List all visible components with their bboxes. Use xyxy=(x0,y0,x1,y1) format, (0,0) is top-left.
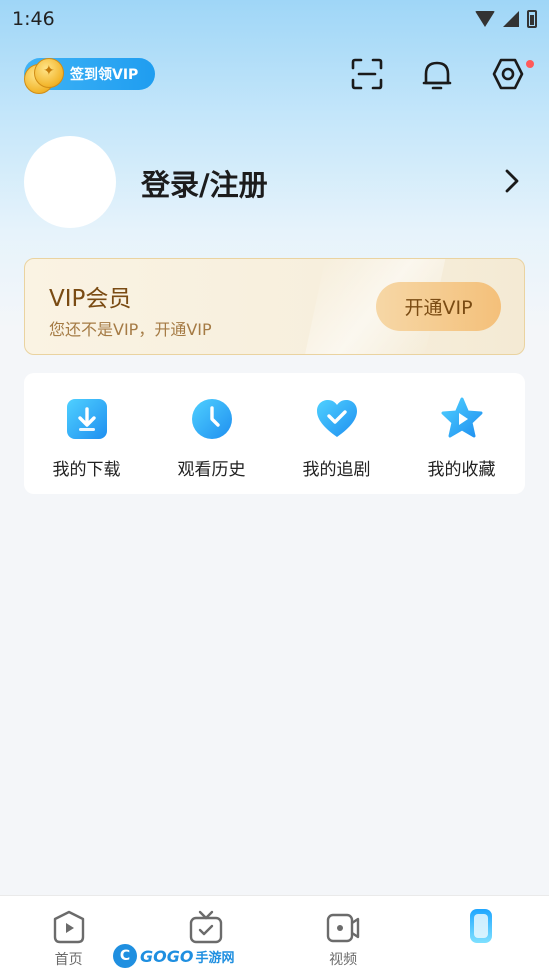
settings-icon xyxy=(492,58,524,90)
bottom-nav: 首页 视频 xyxy=(0,895,549,976)
notification-dot xyxy=(526,60,534,68)
login-register-link[interactable]: 登录/注册 xyxy=(141,162,268,204)
wifi-icon xyxy=(475,11,495,27)
nav-item-profile[interactable] xyxy=(412,896,549,976)
notification-button[interactable] xyxy=(419,56,455,92)
profile-active-icon xyxy=(470,909,493,943)
tv-check-icon xyxy=(189,910,223,944)
quick-action-label: 我的下载 xyxy=(52,460,121,480)
heart-check-icon xyxy=(316,400,357,437)
scan-button[interactable] xyxy=(349,56,385,92)
nav-item-video[interactable]: 视频 xyxy=(275,896,412,976)
watermark-logo: C GOGO 手游网 xyxy=(113,941,234,971)
quick-actions-card: 我的下载 观看历史 我的追剧 我的收藏 xyxy=(24,373,525,494)
status-bar: 1:46 xyxy=(0,0,549,38)
status-time: 1:46 xyxy=(12,8,55,30)
watermark-logo-icon: C xyxy=(113,944,137,968)
scan-icon xyxy=(351,58,383,90)
signal-icon xyxy=(503,11,519,27)
home-play-icon xyxy=(53,910,84,944)
download-icon xyxy=(66,399,107,439)
quick-action-download[interactable]: 我的下载 xyxy=(24,373,149,494)
settings-button[interactable] xyxy=(490,56,526,92)
watermark-text-cn: 手游网 xyxy=(195,950,235,966)
quick-action-label: 观看历史 xyxy=(177,460,246,480)
quick-action-history[interactable]: 观看历史 xyxy=(149,373,274,494)
open-vip-button[interactable]: 开通VIP xyxy=(376,282,501,331)
nav-label: 视频 xyxy=(329,952,358,968)
battery-icon xyxy=(527,10,537,28)
avatar[interactable] xyxy=(24,136,116,228)
quick-action-favorites[interactable]: 我的收藏 xyxy=(399,373,524,494)
vip-card[interactable]: VIP会员 您还不是VIP，开通VIP 开通VIP xyxy=(24,258,525,355)
quick-action-label: 我的收藏 xyxy=(427,460,496,480)
bell-icon xyxy=(422,61,452,90)
watermark-text: GOGO xyxy=(140,946,194,966)
star-play-icon xyxy=(441,397,482,438)
quick-action-follow[interactable]: 我的追剧 xyxy=(274,373,399,494)
quick-action-label: 我的追剧 xyxy=(302,460,371,480)
video-camera-icon xyxy=(326,913,360,943)
signin-vip-label: 签到领VIP xyxy=(70,67,139,83)
status-icons xyxy=(475,10,537,28)
vip-title: VIP会员 xyxy=(49,286,132,312)
coin-icon xyxy=(24,56,66,94)
chevron-right-icon[interactable] xyxy=(500,166,524,196)
nav-label: 首页 xyxy=(54,952,83,968)
open-vip-label: 开通VIP xyxy=(404,297,473,319)
vip-subtitle: 您还不是VIP，开通VIP xyxy=(49,320,212,339)
history-clock-icon xyxy=(191,399,232,439)
